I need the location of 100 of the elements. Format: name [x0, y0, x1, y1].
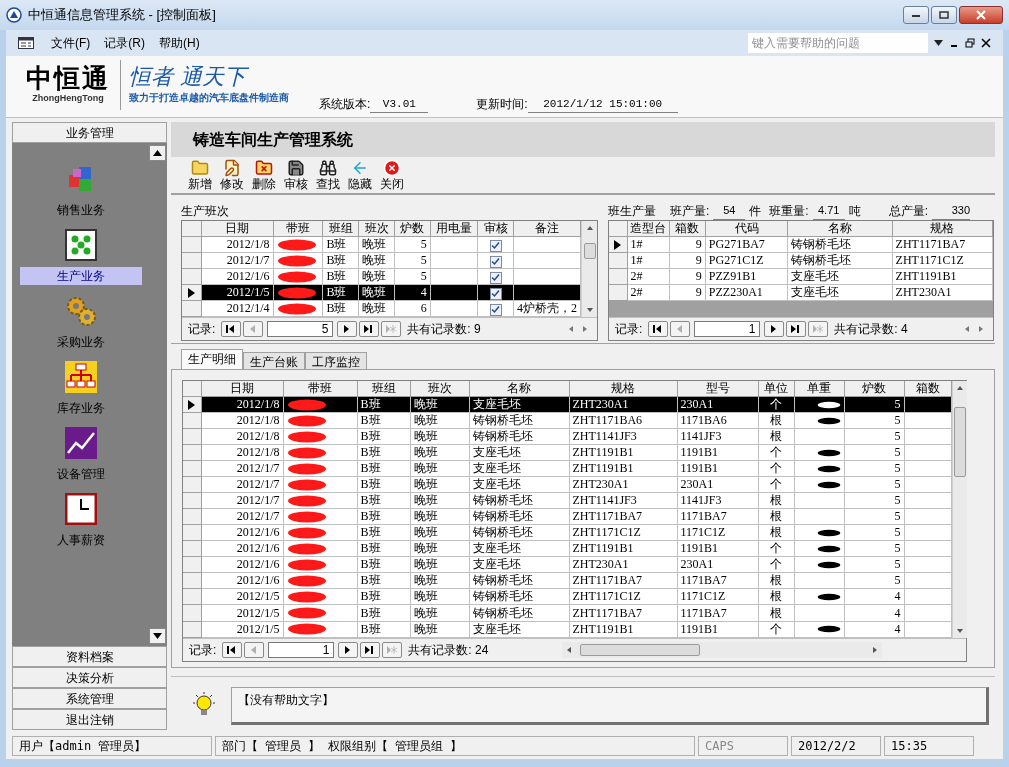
scroll-thumb[interactable]: [583, 242, 596, 259]
last-record-icon[interactable]: [360, 641, 381, 658]
column-header[interactable]: 日期: [201, 220, 273, 237]
next-record-icon[interactable]: [764, 321, 785, 338]
horizontal-scrollbar[interactable]: [562, 641, 883, 658]
tab[interactable]: 生产明细: [181, 348, 243, 369]
column-header[interactable]: 规格: [892, 220, 993, 237]
column-header[interactable]: 单重: [794, 380, 844, 397]
table-row[interactable]: 2# 9 PZZ230A1 支座毛坯 ZHT230A1: [609, 284, 993, 301]
column-header[interactable]: 箱数: [669, 220, 706, 237]
sidebar-item[interactable]: 人事薪资: [19, 531, 142, 549]
column-header[interactable]: 炉数: [844, 380, 904, 397]
toolbar-button[interactable]: 关闭: [377, 159, 406, 192]
toolbar-button[interactable]: 删除: [249, 159, 278, 192]
record-number-field[interactable]: 1: [694, 321, 761, 338]
edit-document-icon[interactable]: [222, 159, 241, 178]
table-row[interactable]: 1# 9 PG271C1Z 铸钢桥毛坯 ZHT1171C1Z: [609, 252, 993, 269]
column-header[interactable]: 备注: [513, 220, 581, 237]
toolbar-button[interactable]: 审核: [281, 159, 310, 192]
sidebar-section-button[interactable]: 资料档案: [12, 646, 167, 667]
sidebar-item[interactable]: 采购业务: [19, 333, 142, 351]
column-header[interactable]: 日期: [201, 380, 283, 397]
binoculars-icon[interactable]: [318, 159, 337, 178]
sidebar-section-button[interactable]: 退出注销: [12, 709, 167, 730]
next-record-icon[interactable]: [337, 321, 358, 338]
close-icon[interactable]: [981, 38, 991, 48]
down-arrow-icon[interactable]: [153, 633, 162, 639]
column-header[interactable]: 造型台: [627, 220, 670, 237]
gears-icon[interactable]: [64, 295, 97, 327]
column-header[interactable]: 名称: [469, 380, 569, 397]
tab[interactable]: 工序监控: [305, 351, 367, 369]
vertical-scrollbar[interactable]: [581, 220, 597, 317]
menu-window-icon[interactable]: [18, 37, 34, 49]
column-header[interactable]: 名称: [787, 220, 893, 237]
column-header[interactable]: 带班: [273, 220, 323, 237]
column-header[interactable]: 带班: [283, 380, 357, 397]
sidebar-section-button[interactable]: 决策分析: [12, 667, 167, 688]
record-number-field[interactable]: 1: [268, 641, 335, 658]
minimize-button[interactable]: [903, 6, 929, 24]
menu-item[interactable]: 记录(R): [97, 34, 152, 52]
last-record-icon[interactable]: [359, 321, 380, 338]
scroll-up-button[interactable]: [149, 145, 166, 161]
scroll-thumb[interactable]: [580, 643, 701, 656]
column-header[interactable]: 代码: [705, 220, 788, 237]
toolbar-button[interactable]: 新增: [185, 159, 214, 192]
column-header[interactable]: 班组: [322, 220, 359, 237]
first-record-icon[interactable]: [221, 321, 242, 338]
minimize-icon[interactable]: [911, 12, 921, 18]
first-record-icon[interactable]: [648, 321, 669, 338]
column-header[interactable]: 型号: [677, 380, 758, 397]
column-header[interactable]: 用电量: [430, 220, 478, 237]
scroll-thumb[interactable]: [953, 406, 966, 477]
tab[interactable]: 生产台账: [243, 351, 305, 369]
next-record-icon[interactable]: [338, 641, 359, 658]
maximize-button[interactable]: [931, 6, 957, 24]
table-row[interactable]: 1# 9 PG271BA7 铸钢桥毛坯 ZHT1171BA7: [609, 236, 993, 253]
column-header[interactable]: 规格: [569, 380, 677, 397]
record-number-field[interactable]: 5: [267, 321, 334, 338]
toolbar-button[interactable]: 查找: [313, 159, 342, 192]
org-chart-icon[interactable]: [64, 361, 97, 393]
new-folder-icon[interactable]: [190, 159, 209, 178]
approved-checkbox[interactable]: [489, 271, 502, 284]
column-header[interactable]: 单位: [758, 380, 794, 397]
delete-folder-icon[interactable]: [254, 159, 273, 178]
table-cell: B班: [322, 300, 359, 317]
sidebar-item[interactable]: 设备管理: [19, 465, 142, 483]
column-header[interactable]: 箱数: [904, 380, 951, 397]
menu-item[interactable]: 帮助(H): [152, 34, 207, 52]
table-cell: 晚班: [358, 268, 395, 285]
last-record-icon[interactable]: [786, 321, 807, 338]
table-row[interactable]: 2# 9 PZZ91B1 支座毛坯 ZHT1191B1: [609, 268, 993, 285]
sidebar-section-button[interactable]: 系统管理: [12, 688, 167, 709]
table-cell: 5: [844, 444, 904, 461]
save-icon[interactable]: [286, 159, 305, 178]
maximize-icon[interactable]: [939, 11, 949, 19]
first-record-icon[interactable]: [222, 641, 243, 658]
approved-checkbox[interactable]: [489, 239, 502, 252]
toolbar-button[interactable]: 隐藏: [345, 159, 374, 192]
column-header[interactable]: 班次: [410, 380, 469, 397]
sidebar-item[interactable]: 销售业务: [19, 201, 142, 219]
sidebar-item[interactable]: 库存业务: [19, 399, 142, 417]
column-header[interactable]: 炉数: [394, 220, 431, 237]
dropdown-caret-icon[interactable]: [934, 40, 943, 46]
column-header[interactable]: 班组: [357, 380, 410, 397]
restore-icon[interactable]: [965, 38, 975, 48]
approved-checkbox[interactable]: [489, 255, 502, 268]
chart-icon[interactable]: [64, 427, 97, 459]
toolbar-button[interactable]: 修改: [217, 159, 246, 192]
sidebar-header-button[interactable]: 业务管理: [12, 122, 167, 143]
approved-checkbox[interactable]: [489, 287, 502, 300]
up-arrow-icon[interactable]: [153, 150, 162, 156]
approved-checkbox[interactable]: [489, 303, 502, 316]
sidebar-item[interactable]: 生产业务: [19, 267, 142, 285]
clock-icon[interactable]: [64, 493, 97, 525]
column-header[interactable]: 审核: [477, 220, 514, 237]
menu-item[interactable]: 文件(F): [44, 34, 98, 52]
board-icon[interactable]: [64, 229, 97, 261]
column-header[interactable]: 班次: [358, 220, 395, 237]
scroll-down-button[interactable]: [149, 628, 166, 644]
close-button[interactable]: [959, 6, 1003, 24]
